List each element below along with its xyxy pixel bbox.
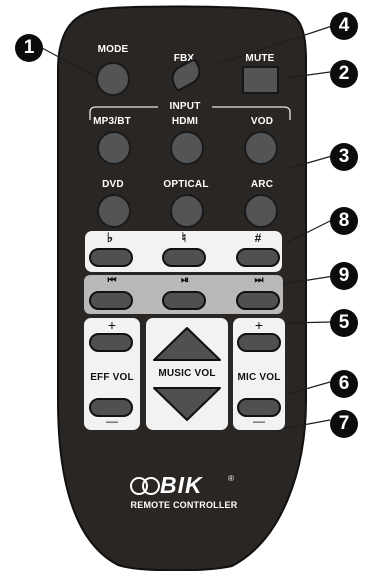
- callout-8: 8: [330, 207, 358, 235]
- key-flat-button[interactable]: [89, 248, 133, 267]
- eff-vol-label: EFF VOL: [90, 372, 134, 383]
- mp3bt-label: MP3/BT: [93, 116, 131, 127]
- vod-button[interactable]: [244, 131, 278, 165]
- arc-label: ARC: [250, 179, 274, 190]
- brand-logo-text: BIK: [160, 472, 203, 498]
- eff-vol-plus-symbol: +: [107, 317, 117, 333]
- vod-label: VOD: [250, 116, 274, 127]
- music-vol-up-button[interactable]: [152, 326, 222, 362]
- dvd-label: DVD: [102, 179, 124, 190]
- callout-4: 4: [330, 12, 358, 40]
- arc-button[interactable]: [244, 194, 278, 228]
- key-natural-button[interactable]: [162, 248, 206, 267]
- optical-label: OPTICAL: [163, 179, 209, 190]
- callout-7: 7: [330, 410, 358, 438]
- input-label: INPUT: [169, 101, 201, 112]
- previous-track-button[interactable]: [89, 291, 133, 310]
- sharp-symbol: #: [254, 231, 262, 245]
- mp3bt-button[interactable]: [97, 131, 131, 165]
- previous-track-icon: ⏮: [107, 275, 117, 286]
- next-track-icon: ⏭: [254, 275, 264, 286]
- callout-2: 2: [330, 60, 358, 88]
- eff-vol-minus-symbol: —: [106, 414, 118, 428]
- remote-diagram: MODE FBX MUTE INPUT MP3/BT HDMI VOD DVD …: [0, 0, 368, 571]
- key-sharp-button[interactable]: [236, 248, 280, 267]
- hdmi-button[interactable]: [170, 131, 204, 165]
- mic-vol-minus-symbol: —: [253, 414, 265, 428]
- music-vol-down-button[interactable]: [152, 386, 222, 422]
- optical-button[interactable]: [170, 194, 204, 228]
- eff-vol-up-button[interactable]: [89, 333, 133, 352]
- callout-3: 3: [330, 143, 358, 171]
- hdmi-label: HDMI: [171, 116, 199, 127]
- mic-vol-label: MIC VOL: [237, 372, 281, 383]
- mic-vol-up-button[interactable]: [237, 333, 281, 352]
- dvd-button[interactable]: [97, 194, 131, 228]
- callout-5: 5: [330, 309, 358, 337]
- music-vol-label: MUSIC VOL: [158, 368, 216, 379]
- brand-registered-mark: ®: [228, 474, 234, 483]
- brand-tagline: REMOTE CONTROLLER: [130, 500, 238, 510]
- callout-9: 9: [330, 262, 358, 290]
- play-pause-button[interactable]: [162, 291, 206, 310]
- next-track-button[interactable]: [236, 291, 280, 310]
- flat-symbol: ♭: [106, 230, 114, 245]
- mic-vol-plus-symbol: +: [254, 317, 264, 333]
- callout-1: 1: [15, 34, 43, 62]
- brand-emblem-icon: [130, 477, 160, 495]
- callout-6: 6: [330, 370, 358, 398]
- play-pause-icon: ⏯: [181, 275, 189, 286]
- natural-symbol: ♮: [181, 230, 187, 245]
